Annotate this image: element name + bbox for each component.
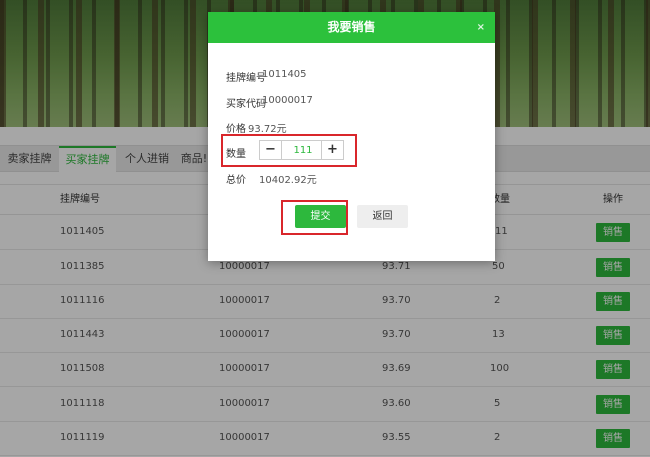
price-value: 93.72元 (248, 124, 287, 135)
close-icon[interactable]: × (477, 12, 485, 43)
listing-id-value: 1011405 (262, 69, 307, 80)
total-value: 10402.92元 (259, 175, 317, 186)
buyer-code-value: 10000017 (262, 95, 313, 106)
submit-highlight-box (281, 200, 348, 235)
quantity-highlight-box (221, 134, 357, 167)
dialog-header: 我要销售 × (208, 12, 495, 43)
price-label: 价格 (226, 124, 246, 135)
dialog-title: 我要销售 (327, 20, 376, 34)
listing-id-label: 挂牌编号 (226, 73, 266, 84)
buyer-code-label: 买家代码 (226, 99, 266, 110)
sell-dialog: 我要销售 × 挂牌编号 1011405 买家代码 10000017 价格 93.… (208, 12, 495, 261)
back-button[interactable]: 返回 (357, 205, 408, 228)
total-label: 总价 (226, 175, 246, 186)
